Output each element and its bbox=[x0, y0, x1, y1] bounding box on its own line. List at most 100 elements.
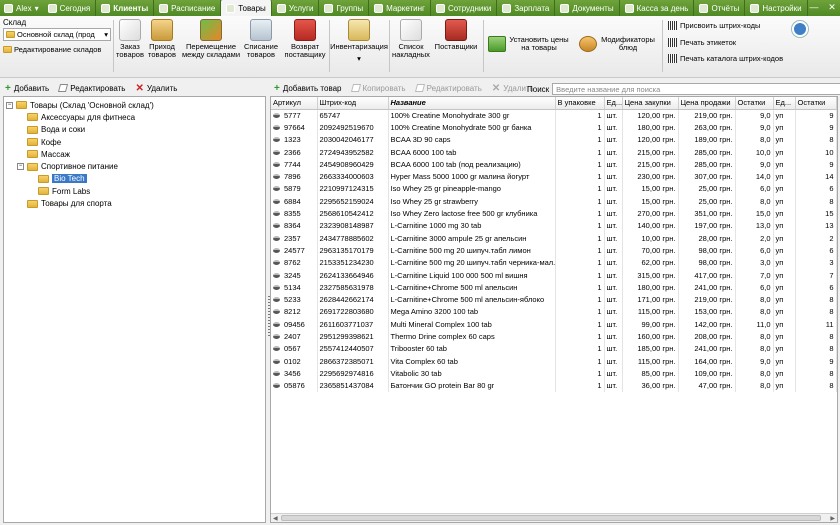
table-row[interactable]: 8355 2568610542412 Iso Whey Zero lactose f… bbox=[271, 207, 837, 220]
table-row[interactable]: 7896 2663334000603 Hyper Mass 5000 1000 gr… bbox=[271, 170, 837, 183]
set-prices-button[interactable]: Установить цены на товары bbox=[488, 36, 569, 52]
search-input[interactable]: Введите название для поиска bbox=[552, 83, 840, 95]
edit-product-button[interactable]: Редактировать bbox=[414, 84, 482, 93]
table-cell: уп bbox=[773, 195, 796, 208]
tree-node[interactable]: Аксессуары для фитнеса bbox=[6, 111, 263, 123]
horizontal-scrollbar[interactable]: ◀ ▶ bbox=[271, 513, 837, 522]
collapse-icon[interactable]: − bbox=[6, 101, 13, 109]
table-cell: 24577 bbox=[271, 244, 318, 257]
column-header[interactable]: Ед... bbox=[604, 97, 623, 110]
edit-warehouses-button[interactable]: Редактирование складов bbox=[3, 45, 111, 54]
table-cell: 3,0 bbox=[735, 256, 774, 269]
suppliers-button[interactable]: Поставщики bbox=[434, 19, 478, 51]
delete-category-button[interactable]: ✕ Удалить bbox=[135, 83, 177, 94]
add-category-button[interactable]: + Добавить bbox=[5, 83, 49, 94]
nav-tab[interactable]: Маркетинг bbox=[369, 0, 431, 16]
tree-node[interactable]: Bio Tech bbox=[6, 173, 263, 185]
nav-tab[interactable]: Документы bbox=[555, 0, 620, 16]
column-header[interactable]: Штрих-код bbox=[317, 97, 389, 110]
tree-node[interactable]: Form Labs bbox=[6, 185, 263, 197]
move-goods-button[interactable]: Перемещение между складами bbox=[180, 19, 242, 59]
waybills-list-button[interactable]: Список накладных bbox=[392, 19, 430, 59]
table-row[interactable]: 8212 2691722803680 Mega Amino 3200 100 tab… bbox=[271, 305, 837, 319]
tree-node[interactable]: − Спортивное питание bbox=[6, 160, 263, 172]
table-row[interactable]: 3245 2624133664946 L-Carnitine Liquid 100 … bbox=[271, 268, 837, 282]
column-header[interactable]: Ед... bbox=[773, 97, 796, 110]
table-row[interactable]: 09456 2611603771037 Multi Mineral Complex … bbox=[271, 318, 837, 331]
article-value: 2407 bbox=[284, 331, 301, 341]
column-header[interactable]: Цена закупки bbox=[622, 97, 679, 110]
writeoff-button[interactable]: Списание товаров bbox=[243, 19, 279, 59]
collapse-icon[interactable]: − bbox=[17, 163, 24, 171]
table-row[interactable]: 5233 2628442662174 L-Carnitine+Chrome 500 … bbox=[271, 293, 837, 306]
table-row[interactable]: 8762 2153351234230 L-Carnitine 500 mg 20 ш… bbox=[271, 256, 837, 269]
table-row[interactable]: 7744 2454908960429 BCAA 6000 100 tab (под … bbox=[271, 158, 837, 171]
print-barcode-catalog-button[interactable]: Печать каталога штрих-кодов bbox=[668, 54, 783, 63]
column-header[interactable]: Остатки bbox=[795, 97, 837, 110]
table-row[interactable]: 24577 2963135170179 L-Carnitine 500 mg 20 … bbox=[271, 244, 837, 257]
nav-tab[interactable]: Касса за день bbox=[620, 0, 695, 16]
dish-modifiers-button[interactable]: Модификаторы блюд bbox=[579, 36, 656, 52]
nav-tab[interactable]: Клиенты bbox=[96, 0, 155, 16]
table-row[interactable]: 2407 2951299398621 Thermo Drine complex 60… bbox=[271, 330, 837, 343]
table-row[interactable]: 1323 2030042046177 BCAA 3D 90 caps 1 шт. 120,… bbox=[271, 133, 837, 146]
income-goods-button[interactable]: Приход товаров bbox=[147, 19, 177, 59]
nav-tab[interactable]: Расписание bbox=[154, 0, 222, 16]
inventory-button[interactable]: Инвентаризация ▾ bbox=[330, 19, 388, 63]
tree-node[interactable]: Товары для спорта bbox=[6, 197, 263, 209]
help-icon[interactable] bbox=[792, 21, 808, 37]
add-product-button[interactable]: + Добавить товар bbox=[274, 83, 342, 94]
table-cell: 8 bbox=[795, 195, 837, 208]
column-header[interactable]: Цена продажи bbox=[678, 97, 736, 110]
table-row[interactable]: 5879 2210997124315 Iso Whey 25 gr pineappl… bbox=[271, 182, 837, 196]
order-goods-button[interactable]: Заказ товаров bbox=[116, 19, 144, 59]
column-header[interactable]: Остатки bbox=[735, 97, 774, 110]
nav-tab[interactable]: Настройки bbox=[745, 0, 808, 16]
tree-node[interactable]: Вода и соки bbox=[6, 124, 263, 136]
table-row[interactable]: 97664 2092492519670 100% Creatine Monohydr… bbox=[271, 121, 837, 134]
dish-modifiers-label: Модификаторы блюд bbox=[601, 35, 655, 52]
nav-tab[interactable]: Товары bbox=[221, 0, 272, 16]
table-cell: уп bbox=[773, 231, 796, 245]
column-header[interactable]: Название bbox=[388, 97, 556, 110]
assign-barcodes-button[interactable]: Присвоить штрих-коды bbox=[668, 21, 760, 30]
table-row[interactable]: 6884 2295652159024 Iso Whey 25 gr strawber… bbox=[271, 195, 837, 208]
tree-node[interactable]: Кофе bbox=[6, 136, 263, 148]
tree-node[interactable]: Массаж bbox=[6, 148, 263, 160]
warehouse-select[interactable]: Основной склад (прод ▾ bbox=[3, 28, 111, 41]
nav-tab[interactable]: Группы bbox=[319, 0, 370, 16]
nav-tab[interactable]: Сегодня bbox=[43, 0, 97, 16]
user-menu[interactable]: Alex ▾ bbox=[0, 0, 43, 16]
product-icon bbox=[273, 149, 280, 155]
nav-tab[interactable]: Услуги bbox=[272, 0, 320, 16]
copy-product-button[interactable]: Копировать bbox=[350, 84, 406, 93]
table-cell: 1 bbox=[555, 256, 605, 269]
table-cell: 2153351234230 bbox=[317, 256, 389, 269]
table-row[interactable]: 5134 2327585631978 L-Carnitine+Chrome 500 … bbox=[271, 281, 837, 294]
tree-node[interactable]: − Товары (Склад 'Основной склад') bbox=[6, 99, 263, 111]
table-row[interactable]: 05876 2365851437084 Батончик GO protein Ba… bbox=[271, 379, 837, 392]
waybills-list-label: Список накладных bbox=[392, 42, 430, 59]
scrollbar-thumb[interactable] bbox=[281, 515, 821, 521]
close-icon[interactable]: ✕ bbox=[826, 2, 838, 13]
table-row[interactable]: 3456 2295692974816 Vitabolic 30 tab 1 шт. 85,… bbox=[271, 367, 837, 380]
table-row[interactable]: 5777 65747 100% Creatine Monohydrate 300 g… bbox=[271, 109, 837, 122]
table-row[interactable]: 8364 2323908148987 L-Carnitine 1000 mg 30 … bbox=[271, 219, 837, 232]
user-icon bbox=[4, 3, 13, 13]
edit-category-button[interactable]: Редактировать bbox=[58, 84, 125, 93]
table-row[interactable]: 0102 2866372385071 Vita Complex 60 tab 1 шт.… bbox=[271, 354, 837, 368]
column-header[interactable]: Артикул bbox=[271, 97, 318, 110]
table-row[interactable]: 0567 2557412440507 Tribooster 60 tab 1 шт. 18… bbox=[271, 342, 837, 355]
nav-tab[interactable]: Сотрудники bbox=[431, 0, 498, 16]
scroll-right-icon[interactable]: ▶ bbox=[830, 515, 835, 522]
column-header[interactable]: В упаковке bbox=[555, 97, 605, 110]
minimize-icon[interactable]: — bbox=[808, 2, 820, 13]
return-supplier-button[interactable]: Возврат поставщику bbox=[284, 19, 326, 59]
table-row[interactable]: 2366 2724943952582 BCAA 6000 100 tab 1 шт. 21… bbox=[271, 145, 837, 159]
nav-tab[interactable]: Зарплата bbox=[497, 0, 556, 16]
table-cell: 13,0 bbox=[735, 219, 774, 232]
print-labels-button[interactable]: Печать этикеток bbox=[668, 38, 736, 47]
scroll-left-icon[interactable]: ◀ bbox=[273, 515, 278, 522]
table-row[interactable]: 2357 2434778885602 L-Carnitine 3000 ampule… bbox=[271, 231, 837, 245]
nav-tab[interactable]: Отчёты bbox=[694, 0, 746, 16]
